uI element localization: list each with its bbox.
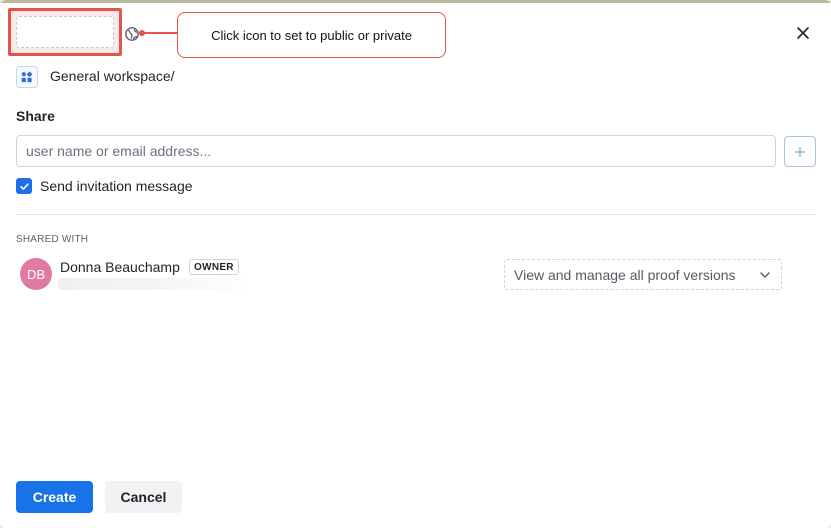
chevron-down-icon [760,272,770,278]
send-invitation-label[interactable]: Send invitation message [40,178,193,194]
create-button[interactable]: Create [16,481,93,513]
permission-value: View and manage all proof versions [514,266,736,283]
avatar: DB [20,258,52,290]
annotation-callout: Click icon to set to public or private [177,12,446,58]
callout-pointer-line [142,32,180,34]
title-input[interactable] [16,16,114,48]
redacted-email [58,278,252,290]
share-dialog: Click icon to set to public or private G… [0,0,831,528]
avatar-initials: DB [26,266,46,282]
divider [16,214,816,215]
person-name: Donna Beauchamp [60,259,180,275]
workspace-label: General workspace/ [50,68,175,84]
callout-text: Click icon to set to public or private [211,27,412,43]
share-heading: Share [16,108,55,124]
shared-with-heading: SHARED WITH [16,234,89,245]
globe-icon[interactable] [124,26,140,42]
share-search-input[interactable] [16,135,776,167]
send-invitation-checkbox[interactable] [16,178,32,194]
title-annotation-box [8,8,122,56]
owner-badge: OWNER [189,259,239,275]
add-user-button[interactable] [784,136,816,167]
top-strip [0,0,831,3]
check-icon [19,182,29,190]
close-icon[interactable] [792,22,814,44]
workspace-icon [16,66,38,88]
cancel-button[interactable]: Cancel [105,481,182,513]
permission-dropdown[interactable]: View and manage all proof versions [504,259,782,290]
plus-icon [794,146,806,157]
